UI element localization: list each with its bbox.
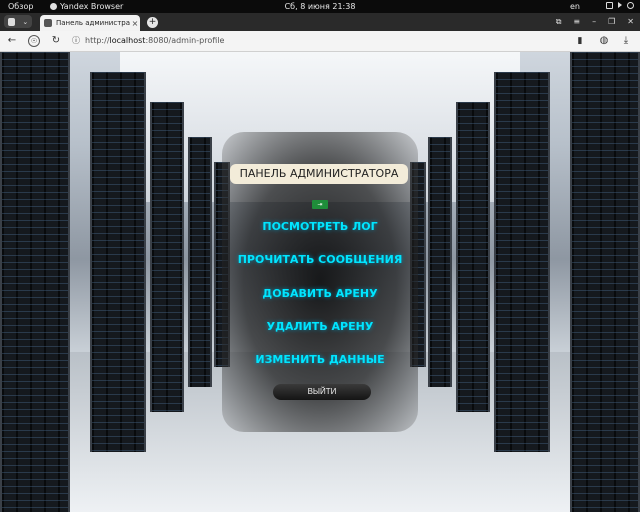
minimize-icon[interactable]: –: [592, 17, 596, 27]
translate-globe-icon[interactable]: ◍: [598, 35, 610, 47]
chevron-down-icon: ⌄: [22, 17, 29, 26]
keyboard-layout-indicator[interactable]: en: [570, 2, 580, 11]
exit-sign-icon: ⇥: [312, 200, 328, 209]
url-scheme: http://: [85, 36, 110, 45]
power-icon: [627, 2, 634, 9]
url-path: :8080/admin-profile: [145, 36, 225, 45]
bookmark-icon[interactable]: ▮: [574, 35, 586, 47]
back-arrow-icon[interactable]: ←: [6, 35, 18, 47]
system-top-bar: Обзор Yandex Browser Сб, 8 июня 21:38 en: [0, 0, 640, 13]
url-host: localhost: [109, 36, 146, 45]
system-tray[interactable]: [606, 2, 634, 9]
close-window-icon[interactable]: ✕: [627, 17, 634, 27]
clock[interactable]: Сб, 8 июня 21:38: [0, 2, 640, 11]
address-field[interactable]: http://localhost:8080/admin-profile: [85, 36, 224, 45]
tab-collection-icon[interactable]: ⧉: [556, 17, 562, 27]
tab-title: Панель администратора: [56, 19, 130, 27]
hamburger-menu-icon[interactable]: ≡: [573, 17, 580, 27]
new-tab-button[interactable]: +: [147, 17, 158, 28]
logout-button[interactable]: ВЫЙТИ: [273, 384, 371, 400]
edit-data-link[interactable]: ИЗМЕНИТЬ ДАННЫЕ: [0, 353, 640, 366]
browser-logo-icon: [7, 17, 15, 26]
tab-admin-profile[interactable]: Панель администратора ×: [40, 15, 140, 31]
view-log-link[interactable]: ПОСМОТРЕТЬ ЛОГ: [0, 220, 640, 233]
network-icon: [606, 2, 613, 9]
volume-icon: [618, 2, 622, 8]
close-tab-icon[interactable]: ×: [130, 19, 140, 28]
page-viewport: ПАНЕЛЬ АДМИНИСТРАТОРА ⇥ ПОСМОТРЕТЬ ЛОГ П…: [0, 52, 640, 512]
restore-icon[interactable]: ❐: [608, 17, 615, 27]
delete-arena-link[interactable]: УДАЛИТЬ АРЕНУ: [0, 320, 640, 333]
window-controls: ⧉ ≡ – ❐ ✕: [556, 17, 634, 27]
page-favicon-icon: [44, 19, 52, 27]
site-info-icon[interactable]: ⓘ: [70, 35, 82, 47]
panel-title: ПАНЕЛЬ АДМИНИСТРАТОРА: [230, 164, 408, 184]
browser-tab-strip: ⌄ Панель администратора × + ⧉ ≡ – ❐ ✕: [0, 13, 640, 31]
server-rack: [570, 52, 640, 512]
downloads-icon[interactable]: ⤓: [620, 35, 632, 47]
browser-navigation-bar: ← ☉ ↻ ⓘ http://localhost:8080/admin-prof…: [0, 31, 640, 52]
security-shield-icon[interactable]: ☉: [28, 35, 40, 47]
browser-menu-button[interactable]: ⌄: [4, 15, 32, 28]
reload-icon[interactable]: ↻: [50, 35, 62, 47]
add-arena-link[interactable]: ДОБАВИТЬ АРЕНУ: [0, 287, 640, 300]
read-messages-link[interactable]: ПРОЧИТАТЬ СООБЩЕНИЯ: [0, 253, 640, 266]
server-rack: [0, 52, 70, 512]
